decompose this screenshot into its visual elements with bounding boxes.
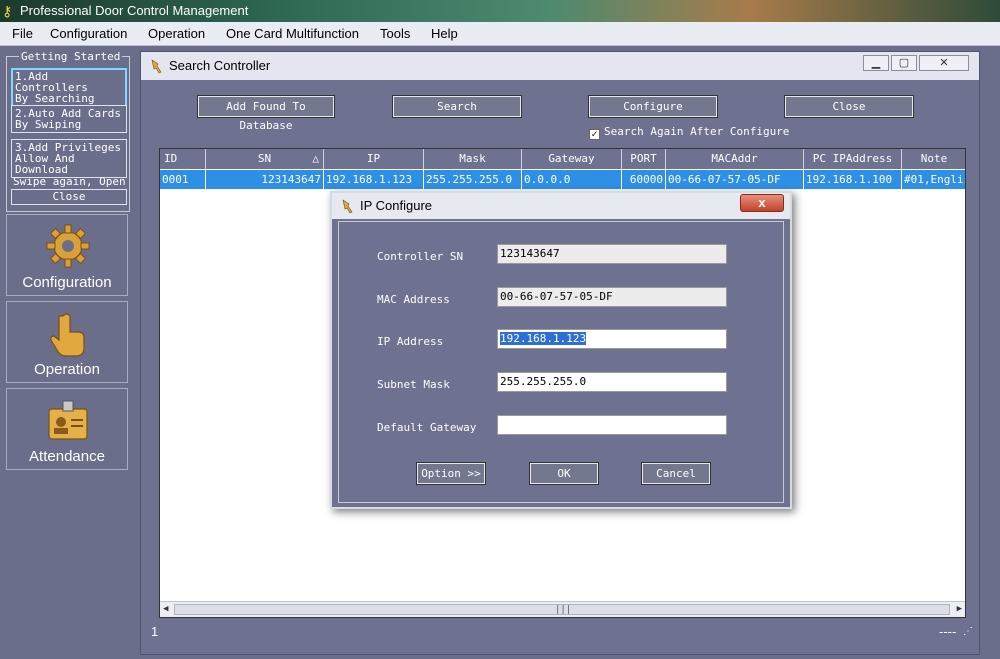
key-icon	[151, 59, 162, 74]
table-row[interactable]: 0001 123143647 192.168.1.123 255.255.255…	[160, 170, 966, 189]
ok-button[interactable]: OK	[529, 462, 599, 485]
scroll-right-icon[interactable]: ▶	[957, 604, 962, 614]
ip-address-field[interactable]: 192.168.1.123	[497, 329, 727, 349]
col-macaddr[interactable]: MACAddr	[666, 149, 804, 169]
sidebar: Getting Started 1.Add Controllers By Sea…	[0, 46, 136, 659]
col-port[interactable]: PORT	[622, 149, 666, 169]
cell-id: 0001	[160, 170, 206, 189]
option-button[interactable]: Option >>	[416, 462, 486, 485]
cell-note: #01,Englis	[904, 173, 966, 186]
cell-port: 60000	[622, 170, 666, 189]
maximize-icon[interactable]: ▢	[891, 55, 917, 71]
col-pc-ipaddress[interactable]: PC IPAddress	[804, 149, 902, 169]
add-found-to-database-button[interactable]: Add Found To Database	[197, 95, 335, 132]
close-icon[interactable]: x	[740, 194, 784, 212]
dialog-body: Controller SN 123143647 MAC Address 00-6…	[338, 221, 784, 503]
default-gateway-field[interactable]	[497, 415, 727, 435]
ip-address-value: 192.168.1.123	[500, 332, 587, 345]
dialog-title-bar: IP Configure x	[332, 193, 790, 219]
getting-started-close-button[interactable]: Close	[11, 189, 127, 205]
auto-add-cards-button[interactable]: 2.Auto Add Cards By Swiping	[11, 105, 127, 133]
add-controllers-button[interactable]: 1.Add Controllers By Searching	[11, 68, 127, 107]
status-right: ----	[939, 624, 957, 639]
menu-one-card[interactable]: One Card Multifunction	[226, 26, 359, 41]
col-note[interactable]: Note	[902, 149, 965, 169]
controller-sn-field: 123143647	[497, 244, 727, 264]
search-again-option[interactable]: ✓ Search Again After Configure	[589, 125, 789, 140]
hand-pointer-icon	[50, 313, 85, 357]
operation-label: Operation	[34, 361, 100, 378]
add-privileges-button[interactable]: 3.Add Privileges Allow And Download	[11, 139, 127, 178]
cell-mask: 255.255.255.0	[424, 170, 522, 189]
search-button[interactable]: Search	[392, 95, 522, 118]
cell-gateway: 0.0.0.0	[522, 170, 622, 189]
sort-asc-icon: △	[312, 152, 319, 165]
scroll-thumb[interactable]: |||	[174, 604, 950, 615]
checkbox-checked-icon[interactable]: ✓	[589, 129, 600, 140]
getting-started-panel: Getting Started 1.Add Controllers By Sea…	[6, 50, 130, 212]
menu-configuration[interactable]: Configuration	[50, 26, 127, 41]
col-mask[interactable]: Mask	[424, 149, 522, 169]
key-icon: ⚷	[2, 3, 13, 19]
operation-button[interactable]: Operation	[6, 301, 128, 383]
cell-macaddr: 00-66-07-57-05-DF	[666, 170, 804, 189]
gear-icon	[46, 224, 90, 268]
menu-help[interactable]: Help	[431, 26, 458, 41]
attendance-label: Attendance	[29, 448, 105, 465]
swipe-text: Swipe again, Open	[13, 175, 126, 188]
dialog-title: IP Configure	[360, 198, 433, 213]
subnet-mask-label: Subnet Mask	[377, 378, 450, 391]
menu-operation[interactable]: Operation	[148, 26, 205, 41]
grip-icon: |||	[555, 605, 572, 615]
col-gateway[interactable]: Gateway	[522, 149, 622, 169]
minimize-icon[interactable]: ▁	[863, 55, 889, 71]
app-title: Professional Door Control Management	[20, 3, 249, 18]
menu-tools[interactable]: Tools	[380, 26, 410, 41]
horizontal-scrollbar[interactable]: ◀ ||| ▶	[160, 601, 965, 617]
status-bar: 1 ---- ⋰	[145, 622, 977, 642]
cell-sn: 123143647	[206, 170, 324, 189]
status-count: 1	[151, 624, 159, 639]
window-controls: ▁ ▢ ✕	[863, 55, 973, 73]
mac-address-label: MAC Address	[377, 293, 450, 306]
getting-started-title: Getting Started	[19, 50, 123, 63]
cell-pc-ipaddress: 192.168.1.100	[804, 170, 902, 189]
configuration-label: Configuration	[22, 274, 112, 291]
id-badge-icon	[48, 400, 88, 440]
configuration-button[interactable]: Configuration	[6, 214, 128, 296]
col-sn[interactable]: SN △	[206, 149, 324, 169]
controller-sn-label: Controller SN	[377, 250, 464, 263]
grid-header: ID SN △ IP Mask Gateway PORT MACAddr PC I…	[160, 149, 965, 169]
subnet-mask-field[interactable]: 255.255.255.0	[497, 372, 727, 392]
col-id[interactable]: ID	[160, 149, 206, 169]
ip-configure-dialog: IP Configure x Controller SN 123143647 M…	[330, 191, 792, 509]
default-gateway-label: Default Gateway	[377, 421, 477, 434]
app-title-bar: ⚷ Professional Door Control Management	[0, 0, 1000, 22]
resize-grip-icon[interactable]: ⋰	[963, 626, 973, 637]
ip-address-label: IP Address	[377, 335, 444, 348]
mac-address-field: 00-66-07-57-05-DF	[497, 287, 727, 307]
menu-bar: File Configuration Operation One Card Mu…	[0, 22, 1000, 46]
attendance-button[interactable]: Attendance	[6, 388, 128, 470]
close-icon[interactable]: ✕	[919, 55, 969, 71]
search-window-title-bar: Search Controller ▁ ▢ ✕	[141, 52, 979, 80]
cancel-button[interactable]: Cancel	[641, 462, 711, 485]
search-window-title: Search Controller	[169, 58, 271, 73]
key-icon	[342, 199, 353, 214]
scroll-left-icon[interactable]: ◀	[163, 604, 168, 614]
menu-file[interactable]: File	[12, 26, 33, 41]
close-button[interactable]: Close	[784, 95, 914, 118]
search-again-label: Search Again After Configure	[604, 125, 790, 138]
cell-ip: 192.168.1.123	[324, 170, 424, 189]
configure-button[interactable]: Configure	[588, 95, 718, 118]
col-ip[interactable]: IP	[324, 149, 424, 169]
